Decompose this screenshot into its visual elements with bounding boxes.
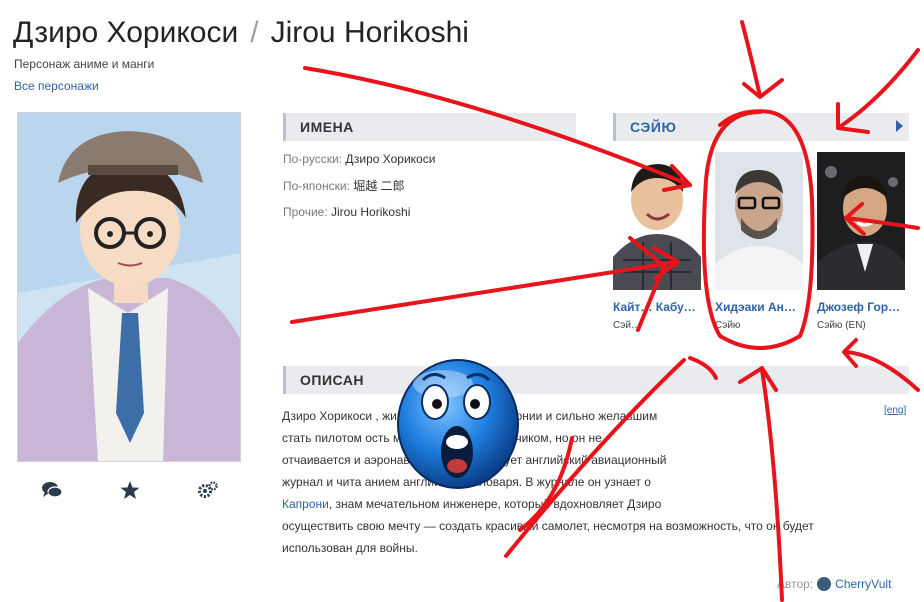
title-separator: / [250, 16, 259, 49]
voice-actor-role: Сэйю (EN) [817, 320, 866, 331]
author-credit: Автор: CherryVult [777, 577, 891, 591]
voice-actor-card[interactable]: Хидэаки Ан… Сэйю [715, 152, 803, 331]
description-line: стать пилотом ость мешает ему стать летч… [282, 431, 602, 445]
character-poster[interactable] [17, 112, 241, 462]
description-text: Дзиро Хорикоси , живущим в сельской Япон… [282, 405, 882, 559]
english-version-link[interactable]: [eng] [884, 405, 906, 416]
names-heading: ИМЕНА [283, 113, 576, 141]
name-label: По-японски: [283, 179, 350, 193]
voice-actor-photo[interactable] [715, 152, 803, 290]
description-line: журнал и чита анием английского словаря.… [282, 475, 651, 489]
voice-actor-name[interactable]: Кайт… Кабу… [613, 300, 701, 314]
voice-actor-name[interactable]: Хидэаки Ан… [715, 300, 803, 314]
star-icon[interactable] [119, 481, 141, 501]
chevron-right-icon[interactable] [896, 120, 903, 132]
comments-icon[interactable] [41, 481, 63, 501]
page-subtitle: Персонаж аниме и манги [14, 57, 155, 71]
description-line: использован для войны. [282, 541, 418, 555]
name-row-japanese: По-японски: 堀越 二郎 [283, 177, 576, 194]
author-name[interactable]: CherryVult [835, 577, 891, 591]
name-value: Jirou Horikoshi [331, 205, 411, 219]
voice-actor-card[interactable]: Джозеф Гор… Сэйю (EN) [817, 152, 905, 331]
description-line: Дзиро Хорикоси , живущим в сельской Япон… [282, 409, 658, 423]
name-value: Дзиро Хорикоси [345, 152, 436, 166]
description-section: ОПИСАН [283, 366, 909, 394]
voice-actor-name[interactable]: Джозеф Гор… [817, 300, 905, 314]
title-russian: Дзиро Хорикоси [13, 16, 239, 49]
shocked-emoji-icon [397, 359, 519, 489]
description-line: осуществить свою мечту — создать красивы… [282, 519, 814, 533]
author-label: Автор: [777, 577, 814, 591]
voice-actor-card[interactable]: Кайт… Кабу… Сэй… [613, 152, 701, 331]
name-row-other: Прочие: Jirou Horikoshi [283, 205, 576, 219]
voice-actor-role: Сэйю [715, 320, 741, 331]
description-line: Капрони, знам мечательном инженере, кото… [282, 493, 882, 515]
all-characters-link[interactable]: Все персонажи [14, 79, 99, 93]
seiyu-section: СЭЙЮ [613, 113, 909, 141]
caproni-link[interactable]: Капрони [282, 497, 329, 511]
description-line: отчаивается и аэронавтике. Он заимствует… [282, 453, 667, 467]
voice-actor-photo[interactable] [817, 152, 905, 290]
voice-actor-role: Сэй… [613, 320, 641, 331]
description-heading: ОПИСАН [283, 366, 909, 394]
name-value: 堀越 二郎 [353, 179, 405, 193]
title-english: Jirou Horikoshi [270, 16, 469, 49]
character-illustration [18, 113, 240, 461]
gears-icon[interactable] [197, 481, 219, 501]
description-line-rest: , знам мечательном инженере, который вдо… [328, 497, 662, 511]
author-avatar[interactable] [817, 577, 832, 591]
page-title: Дзиро Хорикоси / Jirou Horikoshi [13, 16, 469, 50]
name-label: По-русски: [283, 152, 342, 166]
seiyu-heading[interactable]: СЭЙЮ [613, 113, 909, 141]
names-section: ИМЕНА По-русски: Дзиро Хорикоси По-японс… [283, 113, 576, 219]
name-row-russian: По-русски: Дзиро Хорикоси [283, 152, 576, 166]
name-label: Прочие: [283, 205, 328, 219]
voice-actor-photo[interactable] [613, 152, 701, 290]
